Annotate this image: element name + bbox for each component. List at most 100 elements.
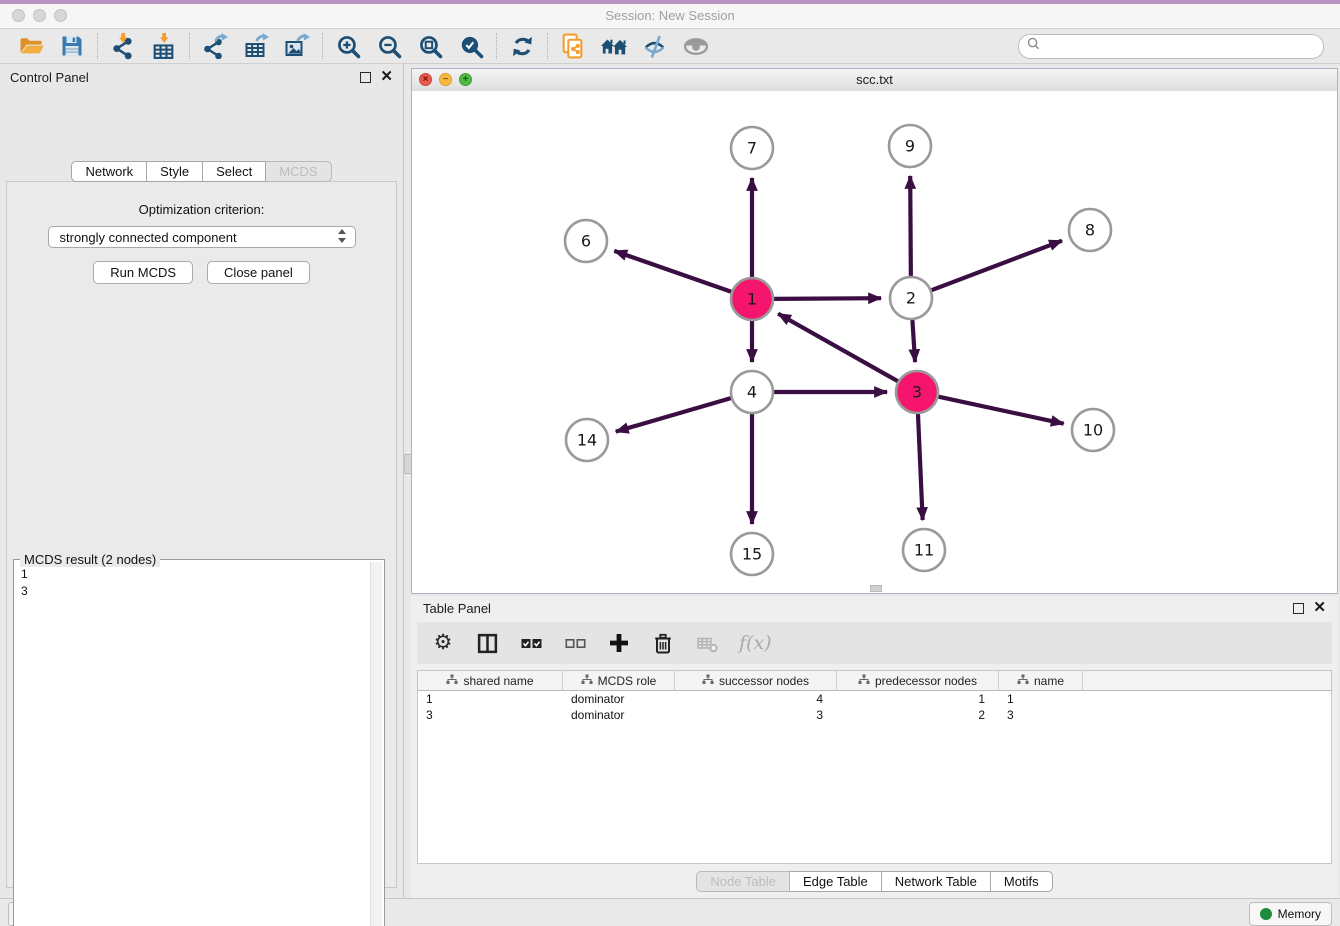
table-settings-icon[interactable]: ⚙ [431, 630, 455, 656]
graph-node-9[interactable]: 9 [889, 125, 931, 167]
table-cell[interactable]: 3 [675, 708, 837, 722]
toolbar-group [323, 32, 496, 60]
tab-select[interactable]: Select [203, 161, 266, 182]
column-header-shared-name[interactable]: shared name [418, 671, 563, 690]
table-cell[interactable]: 1 [418, 692, 563, 706]
zoom-in-icon[interactable] [334, 32, 362, 60]
close-panel-button[interactable]: Close panel [207, 261, 310, 284]
graph-edge-3-11[interactable] [918, 414, 923, 520]
graph-edge-3-1[interactable] [778, 314, 898, 381]
main-titlebar: Session: New Session [0, 4, 1340, 29]
graph-node-8[interactable]: 8 [1069, 209, 1111, 251]
refresh-icon[interactable] [508, 32, 536, 60]
table-cell[interactable]: 4 [675, 692, 837, 706]
table-cell[interactable]: 1 [837, 692, 999, 706]
network-window-titlebar[interactable]: × − + scc.txt [412, 69, 1337, 92]
table-panel-close-icon[interactable]: ✕ [1313, 603, 1326, 613]
graph-edge-1-2[interactable] [774, 298, 881, 299]
hide-selected-icon[interactable] [641, 32, 669, 60]
graph-edge-2-8[interactable] [932, 241, 1062, 291]
delete-columns-icon[interactable] [651, 630, 675, 656]
graph-node-11[interactable]: 11 [903, 529, 945, 571]
graph-edge-4-14[interactable] [616, 398, 731, 431]
tab-network[interactable]: Network [71, 161, 147, 182]
tab-network-table[interactable]: Network Table [882, 871, 991, 892]
zoom-window-button[interactable] [54, 9, 67, 22]
memory-button[interactable]: Memory [1249, 902, 1332, 926]
mcds-result-scrollbar[interactable] [370, 562, 382, 926]
import-network-icon[interactable] [109, 32, 137, 60]
graph-edge-3-10[interactable] [939, 397, 1064, 424]
select-all-rows-icon[interactable] [519, 630, 543, 656]
memory-status-icon [1260, 908, 1272, 920]
table-panel-float-icon[interactable] [1293, 603, 1304, 614]
create-column-icon[interactable] [607, 630, 631, 656]
column-header-successor-nodes[interactable]: successor nodes [675, 671, 837, 690]
table-row[interactable]: 1dominator411 [418, 691, 1331, 707]
graph-node-4[interactable]: 4 [731, 371, 773, 413]
table-cell[interactable]: 2 [837, 708, 999, 722]
optimization-criterion-select[interactable]: strongly connected component [48, 226, 356, 248]
table-row[interactable]: 3dominator323 [418, 707, 1331, 723]
graph-edge-1-6[interactable] [614, 251, 731, 292]
network-graph: 1 2 3 4 6 7 8 9 10 11 14 15 [412, 91, 1340, 594]
open-file-icon[interactable] [17, 32, 45, 60]
export-network-icon[interactable] [201, 32, 229, 60]
tab-motifs[interactable]: Motifs [991, 871, 1053, 892]
minimize-window-button[interactable] [33, 9, 46, 22]
graph-node-10[interactable]: 10 [1072, 409, 1114, 451]
table-toolbar: ⚙f(x) [417, 622, 1332, 664]
control-panel-float-icon[interactable] [360, 72, 371, 83]
column-header-name[interactable]: name [999, 671, 1083, 690]
tab-style[interactable]: Style [147, 161, 203, 182]
control-panel-close-icon[interactable]: ✕ [380, 72, 393, 82]
zoom-fit-icon[interactable] [416, 32, 444, 60]
graph-node-2[interactable]: 2 [890, 277, 932, 319]
network-canvas[interactable]: 1 2 3 4 6 7 8 9 10 11 14 15 [412, 91, 1337, 593]
table-cell[interactable]: 3 [418, 708, 563, 722]
network-close-button[interactable]: × [419, 73, 432, 86]
graph-node-3[interactable]: 3 [896, 371, 938, 413]
tab-mcds[interactable]: MCDS [266, 161, 331, 182]
table-cell[interactable]: 3 [999, 708, 1083, 722]
graph-node-1[interactable]: 1 [731, 278, 773, 320]
optimization-criterion-label: Optimization criterion: [7, 202, 396, 217]
graph-node-14[interactable]: 14 [566, 419, 608, 461]
column-header-MCDS-role[interactable]: MCDS role [563, 671, 675, 690]
dropdown-stepper-icon [337, 229, 347, 246]
panel-splitter[interactable] [403, 64, 411, 898]
tab-node-table[interactable]: Node Table [696, 871, 790, 892]
toolbar-group [548, 32, 721, 60]
run-mcds-button[interactable]: Run MCDS [93, 261, 193, 284]
export-table-icon[interactable] [242, 32, 270, 60]
zoom-selected-icon[interactable] [457, 32, 485, 60]
import-table-icon[interactable] [150, 32, 178, 60]
graph-edge-2-9[interactable] [910, 176, 911, 276]
network-maximize-button[interactable]: + [459, 73, 472, 86]
export-image-icon[interactable] [283, 32, 311, 60]
graph-node-6[interactable]: 6 [565, 220, 607, 262]
column-header-predecessor-nodes[interactable]: predecessor nodes [837, 671, 999, 690]
zoom-out-icon[interactable] [375, 32, 403, 60]
graph-node-15[interactable]: 15 [731, 533, 773, 575]
shared-column-icon [446, 674, 458, 688]
network-minimize-button[interactable]: − [439, 73, 452, 86]
show-graphics-details-icon[interactable] [682, 32, 710, 60]
table-cell[interactable]: dominator [563, 692, 675, 706]
tab-edge-table[interactable]: Edge Table [790, 871, 882, 892]
table-cell[interactable]: dominator [563, 708, 675, 722]
save-session-icon[interactable] [58, 32, 86, 60]
search-input[interactable] [1045, 38, 1315, 54]
table-cell[interactable]: 1 [999, 692, 1083, 706]
canvas-resize-handle[interactable] [870, 585, 882, 592]
mcds-result-text[interactable]: 1 3 [17, 566, 370, 926]
network-overview-icon[interactable] [600, 32, 628, 60]
close-window-button[interactable] [12, 9, 25, 22]
graph-edge-2-3[interactable] [912, 320, 915, 362]
deselect-all-rows-icon[interactable] [563, 630, 587, 656]
search-box[interactable] [1018, 34, 1324, 59]
graph-node-label: 9 [905, 137, 915, 156]
new-network-from-selection-icon[interactable] [559, 32, 587, 60]
graph-node-7[interactable]: 7 [731, 127, 773, 169]
toggle-column-panel-icon[interactable] [475, 630, 499, 656]
